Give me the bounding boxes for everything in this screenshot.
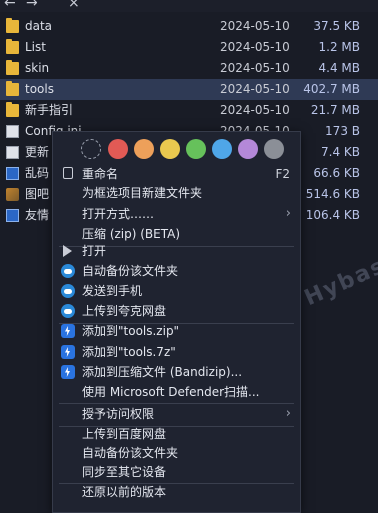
menu-auto-backup-2[interactable]: 自动备份该文件夹: [53, 443, 300, 463]
menu-auto-backup[interactable]: 自动备份该文件夹: [53, 261, 300, 281]
color-tag-gray[interactable]: [264, 139, 284, 159]
color-tag-yellow[interactable]: [160, 139, 180, 159]
file-name: tools: [25, 82, 54, 96]
menu-add-7z[interactable]: 添加到"tools.7z": [53, 342, 300, 362]
menu-upload-baidu[interactable]: 上传到百度网盘: [53, 424, 300, 444]
chevron-right-icon: ›: [285, 206, 291, 221]
word-document-icon: [6, 167, 19, 180]
folder-icon: [6, 102, 19, 117]
menu-add-bandizip[interactable]: 添加到压缩文件 (Bandizip)...: [53, 362, 300, 382]
no-color-tag[interactable]: [81, 139, 101, 159]
file-name: skin: [25, 61, 50, 75]
file-size: 66.6 KB: [313, 166, 360, 180]
menu-add-zip[interactable]: 添加到"tools.zip": [53, 321, 300, 341]
file-date: 2024-05-10: [220, 19, 290, 33]
bandizip-icon: [61, 324, 75, 338]
file-name: 图吧: [25, 187, 50, 201]
menu-label: 使用 Microsoft Defender扫描...: [82, 385, 260, 399]
color-tag-green[interactable]: [186, 139, 206, 159]
menu-label: 上传到夸克网盘: [82, 304, 167, 318]
file-name: 乱码: [25, 166, 50, 180]
menu-label: 上传到百度网盘: [82, 427, 167, 441]
menu-send-to-phone[interactable]: 发送到手机: [53, 281, 300, 301]
menu-label: 为框选项目新建文件夹: [82, 186, 203, 200]
color-tag-purple[interactable]: [238, 139, 258, 159]
menu-new-folder[interactable]: 为框选项目新建文件夹: [53, 183, 300, 203]
folder-icon: [6, 39, 19, 54]
context-menu: 重命名 F2 为框选项目新建文件夹 打开方式…… › 压缩 (zip) (BET…: [52, 131, 301, 513]
menu-label: 添加到"tools.zip": [82, 324, 180, 338]
file-date: 2024-05-10: [220, 61, 290, 75]
file-size: 402.7 MB: [303, 82, 360, 96]
menu-defender-scan[interactable]: 使用 Microsoft Defender扫描...: [53, 382, 300, 402]
forward-arrow-icon[interactable]: →: [26, 0, 38, 11]
chevron-right-icon: ›: [285, 406, 291, 421]
folder-icon: [6, 60, 19, 75]
file-date: 2024-05-10: [220, 40, 290, 54]
menu-label: 发送到手机: [82, 284, 143, 298]
image-file-icon: [6, 188, 19, 201]
document-icon: [6, 125, 19, 138]
file-name: 友情: [25, 208, 50, 222]
bandizip-icon: [61, 345, 75, 359]
cloud-upload-icon: [61, 304, 75, 318]
window-top-bar: ← → ×: [0, 0, 378, 12]
menu-sync-devices[interactable]: 同步至其它设备: [53, 462, 300, 482]
menu-label: 授予访问权限: [82, 407, 155, 421]
file-row-selected[interactable]: tools 2024-05-10 402.7 MB: [0, 79, 378, 100]
menu-label: 自动备份该文件夹: [82, 446, 179, 460]
folder-icon: [6, 81, 19, 96]
file-row[interactable]: data 2024-05-10 37.5 KB: [0, 16, 378, 37]
folder-icon: [6, 18, 19, 33]
file-row[interactable]: 新手指引 2024-05-10 21.7 MB: [0, 100, 378, 121]
color-tag-red[interactable]: [108, 139, 128, 159]
file-size: 37.5 KB: [313, 19, 360, 33]
file-size: 21.7 MB: [310, 103, 360, 117]
menu-label: 添加到"tools.7z": [82, 345, 176, 359]
file-date: 2024-05-10: [220, 103, 290, 117]
menu-label: 打开方式……: [82, 207, 155, 221]
color-tag-orange[interactable]: [134, 139, 154, 159]
bandizip-icon: [61, 365, 75, 379]
file-size: 7.4 KB: [321, 145, 360, 159]
menu-open[interactable]: 打开: [53, 241, 300, 261]
file-row[interactable]: skin 2024-05-10 4.4 MB: [0, 58, 378, 79]
file-size: 1.2 MB: [318, 40, 360, 54]
menu-restore-versions[interactable]: 还原以前的版本: [53, 482, 300, 502]
menu-label: 添加到压缩文件 (Bandizip)...: [82, 365, 243, 379]
back-arrow-icon[interactable]: ←: [4, 0, 16, 11]
rename-icon: [63, 167, 73, 179]
cloud-backup-icon: [61, 264, 75, 278]
file-name: 更新: [25, 145, 50, 159]
menu-rename[interactable]: 重命名 F2: [53, 164, 300, 184]
menu-grant-access[interactable]: 授予访问权限 ›: [53, 404, 300, 424]
file-row[interactable]: List 2024-05-10 1.2 MB: [0, 37, 378, 58]
menu-open-with[interactable]: 打开方式…… ›: [53, 204, 300, 224]
file-date: 2024-05-10: [220, 82, 290, 96]
play-icon: [63, 245, 72, 257]
file-name: 新手指引: [25, 103, 74, 117]
file-name: data: [25, 19, 53, 33]
document-icon: [6, 146, 19, 159]
menu-upload-quark[interactable]: 上传到夸克网盘: [53, 301, 300, 321]
menu-label: 同步至其它设备: [82, 465, 167, 479]
cloud-phone-icon: [61, 284, 75, 298]
color-tag-blue[interactable]: [212, 139, 232, 159]
close-icon[interactable]: ×: [68, 0, 80, 11]
file-size: 173 B: [325, 124, 360, 138]
menu-label: 还原以前的版本: [82, 485, 167, 499]
file-size: 106.4 KB: [305, 208, 360, 222]
menu-label: 打开: [82, 244, 107, 258]
menu-label: 重命名: [82, 167, 119, 181]
menu-label: 自动备份该文件夹: [82, 264, 179, 278]
menu-shortcut: F2: [275, 167, 290, 181]
file-size: 514.6 KB: [305, 187, 360, 201]
word-document-icon: [6, 209, 19, 222]
file-name: List: [25, 40, 46, 54]
file-size: 4.4 MB: [318, 61, 360, 75]
